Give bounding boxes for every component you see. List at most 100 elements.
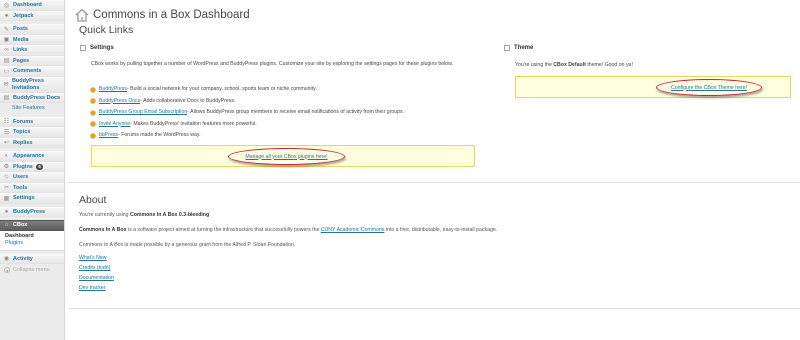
menu-label: Replies <box>13 139 33 146</box>
plugin-link-invite-anyone[interactable]: Invite Anyone <box>99 121 130 128</box>
menu-activity[interactable]: ◉ Activity <box>0 253 64 264</box>
menu-bp-invitations[interactable]: ✉ BuddyPress Invitations <box>0 76 64 93</box>
menu-label: Tools <box>13 184 28 191</box>
plugin-list: BuddyPress - Build a social network for … <box>91 86 404 144</box>
home-icon <box>75 8 89 22</box>
activity-icon: ◉ <box>3 256 10 263</box>
plugin-link-bbpress[interactable]: bbPress <box>99 132 118 139</box>
menu-label: Users <box>13 174 29 181</box>
cuny-commons-link[interactable]: CUNY Academic Commons <box>321 227 385 233</box>
bullet-icon <box>91 99 95 103</box>
theme-text-after: theme! Good on ya! <box>585 62 633 68</box>
menu-pages[interactable]: ▤ Pages <box>0 55 64 66</box>
comments-icon: ▭ <box>3 68 10 75</box>
about-version: You're currently using Commons In A Box … <box>79 212 209 218</box>
tools-icon: ✂ <box>3 185 10 192</box>
topics-icon: ☰ <box>3 129 10 136</box>
bullet-icon <box>91 87 95 92</box>
menu-replies[interactable]: ↩ Replies <box>0 137 64 148</box>
menu-comments[interactable]: ▭ Comments <box>0 66 64 77</box>
collapse-icon: ◂ <box>4 267 10 273</box>
cbox-submenu: Dashboard Plugins <box>0 230 64 251</box>
dashboard-icon: ◎ <box>3 2 10 9</box>
buddypress-icon: ● <box>4 208 9 215</box>
configure-theme-link[interactable]: Configure the CBox Theme here! <box>671 85 747 91</box>
menu-appearance[interactable]: ◐ Appearance <box>0 151 64 162</box>
collapse-label: Collapse menu <box>13 267 50 273</box>
menu-label: Comments <box>13 68 42 75</box>
credits-link[interactable]: Credits (todo) <box>79 263 114 273</box>
list-item: BuddyPress - Build a social network for … <box>91 86 404 93</box>
manage-plugins-highlight: Manage all your CBox plugins here! <box>228 148 345 165</box>
page-header: Commons in a Box Dashboard <box>75 0 795 30</box>
forums-icon: ☷ <box>3 119 10 126</box>
menu-links[interactable]: ∞ Links <box>0 45 64 56</box>
menu-users[interactable]: ☺ Users <box>0 172 64 183</box>
menu-label: Forums <box>13 118 34 125</box>
plugin-link-buddypress-docs[interactable]: BuddyPress Docs <box>99 98 140 105</box>
menu-bp-docs[interactable]: ▤ BuddyPress Docs <box>0 92 64 103</box>
menu-buddypress[interactable]: ● BuddyPress <box>0 206 64 217</box>
plugin-link-buddypress[interactable]: BuddyPress <box>99 86 127 93</box>
about-grant: Commons In A Box is made possible by a g… <box>79 242 296 248</box>
documentation-link[interactable]: Documentation <box>79 273 114 283</box>
update-count-badge: 6 <box>35 163 44 170</box>
links-icon: ∞ <box>4 47 9 54</box>
menu-posts[interactable]: ✎ Posts <box>0 24 64 35</box>
settings-panel-title: Settings <box>80 45 114 51</box>
menu-label: CBox <box>13 222 28 229</box>
plugin-desc: - Build a social network for your compan… <box>126 86 317 92</box>
menu-jetpack[interactable]: ● Jetpack <box>0 10 64 21</box>
menu-tools[interactable]: ✂ Tools <box>0 182 64 193</box>
menu-label: Activity <box>13 255 33 262</box>
theme-name: CBox Default <box>553 62 586 68</box>
menu-dashboard[interactable]: ◎ Dashboard <box>0 0 64 11</box>
menu-topics[interactable]: ☰ Topics <box>0 127 64 138</box>
plugin-desc: - Allows BuddyPress group members to rec… <box>187 109 405 115</box>
settings-intro: CBox works by pulling together a number … <box>91 61 454 67</box>
bullet-icon <box>91 122 95 126</box>
jetpack-icon: ● <box>4 12 9 19</box>
admin-sidebar: ◎ Dashboard ● Jetpack ✎ Posts ▣ Media ∞ Links… <box>0 0 65 340</box>
list-item: BuddyPress Group Email Subscription - Al… <box>91 109 404 116</box>
dev-tracker-link[interactable]: Dev tracker <box>79 283 114 293</box>
menu-cbox[interactable]: ⌂ CBox <box>0 220 64 231</box>
submenu-plugins[interactable]: Plugins <box>5 240 64 248</box>
collapse-menu-button[interactable]: ◂ Collapse menu <box>0 264 64 273</box>
menu-label: Topics <box>13 129 31 136</box>
about-desc-end: into a free, distributable, easy-to-inst… <box>384 227 498 233</box>
menu-settings[interactable]: ▦ Settings <box>0 193 64 204</box>
version-name: Commons In A Box 0.3-bleeding <box>129 212 210 218</box>
list-item: bbPress - Forums made the WordPress way. <box>91 132 404 139</box>
menu-site-features[interactable]: Site Features <box>0 103 64 114</box>
replies-icon: ↩ <box>3 140 10 147</box>
menu-label: Site Features <box>12 105 45 112</box>
pages-icon: ▤ <box>3 58 10 65</box>
plugin-link-group-email[interactable]: BuddyPress Group Email Subscription <box>99 109 187 116</box>
about-desc-mid: is a software project aimed at turning t… <box>126 227 321 233</box>
list-item: Invite Anyone - Makes BuddyPress' invita… <box>91 121 404 128</box>
theme-description: You're using the CBox Default theme! Goo… <box>515 62 633 69</box>
menu-label: Jetpack <box>13 12 34 19</box>
about-links: What's New Credits (todo) Documentation … <box>79 253 114 293</box>
cbox-icon: ⌂ <box>4 222 9 229</box>
menu-label: BuddyPress Docs <box>13 94 61 101</box>
menu-forums[interactable]: ☷ Forums <box>0 116 64 127</box>
version-prefix: You're currently using <box>79 212 130 218</box>
menu-label: Settings <box>13 195 35 202</box>
page-title: Commons in a Box Dashboard <box>93 9 250 21</box>
menu-media[interactable]: ▣ Media <box>0 34 64 45</box>
theme-panel-icon <box>504 45 510 51</box>
submenu-dashboard[interactable]: Dashboard <box>5 233 64 241</box>
invitations-icon: ✉ <box>3 82 9 88</box>
plugins-icon: ⚙ <box>3 164 10 171</box>
menu-plugins[interactable]: ⚙ Plugins 6 <box>0 161 64 172</box>
menu-label: BuddyPress <box>13 208 46 215</box>
quick-links-title: Quick Links <box>79 24 134 36</box>
main-content: Commons in a Box Dashboard <box>75 0 795 30</box>
about-product-name: Commons In A Box <box>79 227 127 233</box>
manage-plugins-link[interactable]: Manage all your CBox plugins here! <box>245 154 327 160</box>
whats-new-link[interactable]: What's New <box>79 253 114 263</box>
settings-title-text: Settings <box>90 45 114 51</box>
bullet-icon <box>91 110 95 115</box>
